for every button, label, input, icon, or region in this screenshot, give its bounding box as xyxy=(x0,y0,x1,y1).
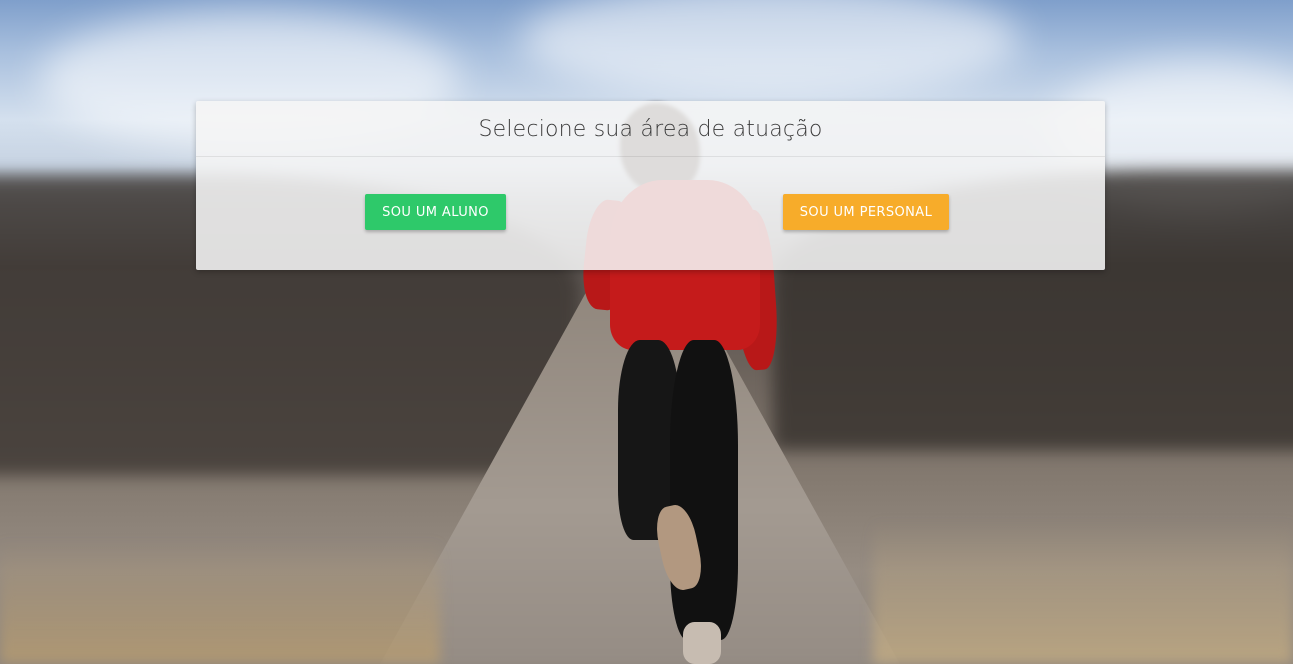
runner-shoe-right xyxy=(683,622,721,664)
card-header: Selecione sua área de atuação xyxy=(196,101,1105,157)
background-photo xyxy=(0,0,1293,664)
role-selection-card: Selecione sua área de atuação SOU UM ALU… xyxy=(196,101,1105,270)
runner-leg-right xyxy=(670,340,738,640)
runner-figure xyxy=(0,0,1293,664)
personal-trainer-button[interactable]: SOU UM PERSONAL xyxy=(783,194,949,230)
student-button[interactable]: SOU UM ALUNO xyxy=(365,194,506,230)
page-title: Selecione sua área de atuação xyxy=(478,117,823,142)
